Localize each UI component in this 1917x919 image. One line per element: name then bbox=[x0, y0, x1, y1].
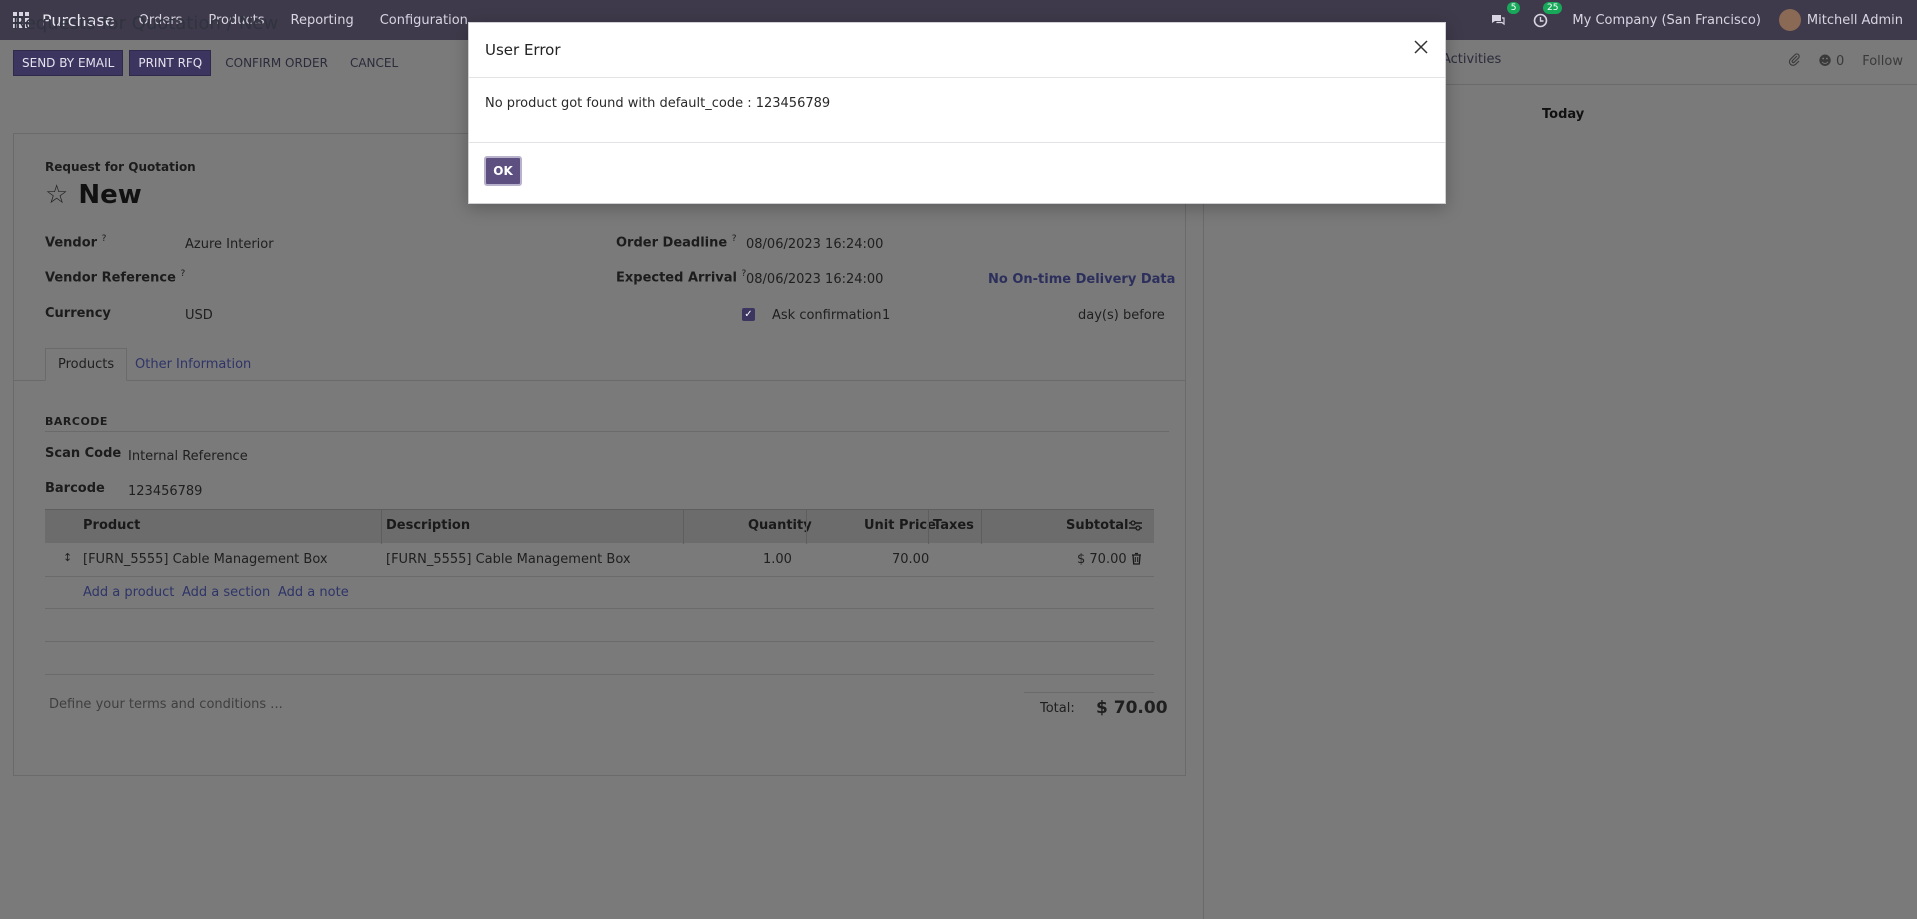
activities-badge: 25 bbox=[1542, 2, 1563, 14]
col-header-unit-price[interactable]: Unit Price bbox=[864, 518, 936, 533]
dialog-header: User Error bbox=[469, 23, 1445, 78]
followers-button[interactable]: ☻ 0 bbox=[1818, 54, 1844, 69]
barcode-label: Barcode bbox=[45, 481, 105, 496]
vendor-field[interactable]: Azure Interior bbox=[185, 237, 274, 252]
days-before-label: day(s) before bbox=[1078, 308, 1165, 323]
followers-count: 0 bbox=[1835, 53, 1845, 69]
follow-area: ☻ 0 Follow bbox=[1788, 52, 1903, 70]
add-product-link[interactable]: Add a product bbox=[83, 585, 174, 600]
tab-other-information[interactable]: Other Information bbox=[123, 348, 263, 381]
column-divider bbox=[683, 510, 684, 544]
ask-confirmation-days[interactable]: 1 bbox=[882, 308, 890, 323]
empty-row bbox=[45, 609, 1154, 642]
currency-label: Currency bbox=[45, 306, 111, 321]
dialog-title: User Error bbox=[485, 41, 561, 59]
today-separator: Today bbox=[1542, 107, 1585, 122]
col-header-taxes[interactable]: Taxes bbox=[933, 518, 974, 533]
total-label: Total: bbox=[1040, 701, 1075, 716]
record-title: New bbox=[78, 180, 142, 210]
ask-confirmation-checkbox[interactable]: ✓ bbox=[742, 308, 755, 321]
drag-handle-icon[interactable]: ↕ bbox=[63, 551, 72, 564]
follow-button[interactable]: Follow bbox=[1862, 54, 1903, 69]
person-icon: ☻ bbox=[1818, 53, 1832, 69]
column-divider bbox=[981, 510, 982, 544]
company-switcher[interactable]: My Company (San Francisco) bbox=[1572, 13, 1760, 28]
terms-and-conditions-input[interactable]: Define your terms and conditions ... bbox=[49, 697, 283, 712]
cell-product[interactable]: [FURN_5555] Cable Management Box bbox=[83, 552, 328, 567]
chatter-panel bbox=[1203, 84, 1917, 919]
user-avatar[interactable] bbox=[1778, 9, 1801, 31]
cell-description[interactable]: [FURN_5555] Cable Management Box bbox=[386, 552, 631, 567]
cell-subtotal: $ 70.00 bbox=[1077, 552, 1127, 567]
tab-products[interactable]: Products bbox=[45, 348, 128, 381]
cell-quantity[interactable]: 1.00 bbox=[763, 552, 792, 567]
table-header: Product Description Quantity Unit Price … bbox=[45, 509, 1154, 544]
column-divider bbox=[806, 510, 807, 544]
vendor-label: Vendor ? bbox=[45, 234, 107, 251]
activities-clock-icon[interactable]: 25 bbox=[1530, 2, 1563, 30]
close-icon[interactable] bbox=[1411, 37, 1431, 57]
cell-unit-price[interactable]: 70.00 bbox=[892, 552, 929, 567]
empty-row bbox=[45, 642, 1154, 675]
dialog-message: No product got found with default_code :… bbox=[485, 96, 831, 111]
breadcrumb-current: New bbox=[238, 13, 279, 34]
cancel-button[interactable]: CANCEL bbox=[342, 50, 406, 76]
col-header-subtotal[interactable]: Subtotal bbox=[1066, 518, 1129, 533]
barcode-section-title: BARCODE bbox=[45, 415, 108, 428]
table-row[interactable]: ↕ [FURN_5555] Cable Management Box [FURN… bbox=[45, 543, 1154, 577]
send-by-email-button[interactable]: SEND BY EMAIL bbox=[13, 50, 124, 76]
notebook-tabs: Products Other Information bbox=[13, 348, 1186, 381]
scan-code-field[interactable]: Internal Reference bbox=[128, 449, 248, 464]
add-note-link[interactable]: Add a note bbox=[278, 585, 349, 600]
breadcrumb-parent[interactable]: Requests for Quotation bbox=[13, 13, 221, 34]
column-divider bbox=[381, 510, 382, 544]
on-time-delivery-link[interactable]: No On-time Delivery Data bbox=[988, 272, 1175, 287]
vendor-reference-label: Vendor Reference ? bbox=[45, 269, 186, 286]
user-error-dialog: User Error No product got found with def… bbox=[468, 22, 1446, 204]
breadcrumb-separator: / bbox=[226, 13, 233, 34]
scan-code-label: Scan Code bbox=[45, 446, 122, 461]
activities-button[interactable]: Activities bbox=[1442, 52, 1501, 67]
dialog-footer: OK bbox=[469, 143, 1445, 203]
title-row: ☆ New bbox=[45, 180, 142, 210]
action-bar: SEND BY EMAIL PRINT RFQ CONFIRM ORDER CA… bbox=[13, 50, 406, 76]
paperclip-icon[interactable] bbox=[1788, 52, 1800, 70]
col-header-quantity[interactable]: Quantity bbox=[748, 518, 812, 533]
ask-confirmation-label: Ask confirmation bbox=[772, 308, 882, 323]
messages-icon[interactable]: 5 bbox=[1488, 2, 1521, 30]
trash-icon[interactable] bbox=[1131, 552, 1142, 569]
expected-arrival-label: Expected Arrival ? bbox=[616, 269, 747, 286]
print-rfq-button[interactable]: PRINT RFQ bbox=[129, 50, 212, 76]
star-icon[interactable]: ☆ bbox=[45, 180, 68, 210]
total-divider bbox=[1024, 692, 1154, 693]
confirm-order-button[interactable]: CONFIRM ORDER bbox=[217, 50, 336, 76]
breadcrumb: Requests for Quotation / New bbox=[13, 13, 278, 34]
add-line-row: Add a product Add a section Add a note bbox=[45, 577, 1154, 609]
menu-configuration[interactable]: Configuration bbox=[380, 13, 468, 28]
ok-button[interactable]: OK bbox=[484, 156, 522, 186]
section-divider bbox=[45, 431, 1169, 432]
user-menu[interactable]: Mitchell Admin bbox=[1807, 13, 1903, 28]
order-deadline-field[interactable]: 08/06/2023 16:24:00 bbox=[746, 237, 883, 252]
menu-reporting[interactable]: Reporting bbox=[291, 13, 354, 28]
col-header-product[interactable]: Product bbox=[83, 518, 140, 533]
document-type-label: Request for Quotation bbox=[45, 160, 196, 174]
col-header-description[interactable]: Description bbox=[386, 518, 470, 533]
currency-field[interactable]: USD bbox=[185, 308, 213, 323]
barcode-field[interactable]: 123456789 bbox=[128, 484, 202, 499]
messages-badge: 5 bbox=[1506, 2, 1521, 14]
order-lines-table: Product Description Quantity Unit Price … bbox=[45, 509, 1154, 675]
total-amount: $ 70.00 bbox=[1096, 698, 1168, 718]
add-section-link[interactable]: Add a section bbox=[182, 585, 270, 600]
column-divider bbox=[928, 510, 929, 544]
optional-columns-icon[interactable] bbox=[1128, 519, 1143, 536]
dialog-body: No product got found with default_code :… bbox=[469, 78, 1445, 143]
expected-arrival-field[interactable]: 08/06/2023 16:24:00 bbox=[746, 272, 883, 287]
order-deadline-label: Order Deadline ? bbox=[616, 234, 737, 251]
